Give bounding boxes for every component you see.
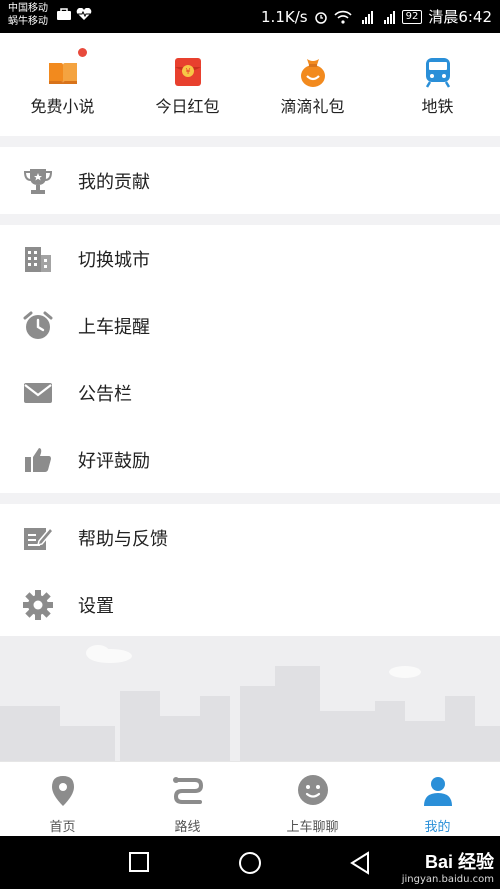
- menu-item-contribution[interactable]: 我的贡献: [0, 147, 500, 214]
- thumbs-up-icon: [25, 447, 51, 472]
- menu-item-bulletin[interactable]: 公告栏: [0, 359, 500, 426]
- menu-item-rate[interactable]: 好评鼓励: [0, 426, 500, 493]
- edit-note-icon: [24, 526, 54, 550]
- quick-didi-gift[interactable]: 滴滴礼包: [250, 33, 375, 136]
- tab-label: 上车聊聊: [286, 820, 339, 835]
- heart-rate-icon: [76, 8, 92, 20]
- city-skyline-illustration: [0, 636, 500, 761]
- system-navigation-bar: Bai 经验 jingyan.baidu.com: [0, 836, 500, 889]
- red-envelope-icon: ¥: [174, 58, 201, 86]
- chat-face-icon: [297, 775, 328, 805]
- menu-item-switch-city[interactable]: 切换城市: [0, 225, 500, 292]
- alarm-icon: [314, 11, 327, 24]
- badge-dot: [78, 48, 87, 57]
- baidu-jingyan-watermark: Bai 经验 jingyan.baidu.com: [402, 848, 494, 885]
- recent-apps-button[interactable]: [128, 851, 150, 873]
- book-icon: [48, 63, 77, 84]
- tab-route[interactable]: 路线: [125, 762, 250, 836]
- quick-label: 地铁: [421, 97, 454, 116]
- tab-home[interactable]: 首页: [0, 762, 125, 836]
- menu-label: 公告栏: [78, 383, 132, 405]
- network-speed: 1.1K/s: [261, 7, 308, 26]
- tab-mine[interactable]: 我的: [375, 762, 500, 836]
- quick-free-novel[interactable]: 免费小说: [0, 33, 125, 136]
- alarm-clock-icon: [23, 311, 53, 339]
- route-icon: [172, 777, 203, 804]
- quick-label: 今日红包: [155, 97, 220, 116]
- menu-label: 帮助与反馈: [78, 528, 168, 550]
- signal-4g-icon: [361, 10, 373, 24]
- carrier-2: 蜗牛移动: [8, 16, 48, 27]
- back-button[interactable]: [348, 851, 372, 875]
- section-general: 切换城市 上车提醒 公告栏 好评鼓励: [0, 225, 500, 493]
- quick-red-envelope[interactable]: ¥ 今日红包: [125, 33, 250, 136]
- tab-label: 我的: [424, 820, 451, 835]
- skyline-graphic: [0, 645, 500, 761]
- section-contribution: 我的贡献: [0, 147, 500, 214]
- signal-2g-icon: [383, 10, 395, 24]
- gift-bag-icon: [300, 59, 325, 87]
- menu-label: 我的贡献: [78, 171, 150, 193]
- menu-label: 切换城市: [78, 249, 150, 271]
- quick-subway[interactable]: 地铁: [375, 33, 500, 136]
- watermark-url: jingyan.baidu.com: [401, 874, 494, 885]
- status-bar: 中国移动 蜗牛移动 1.1K/s 92 清晨6:42: [0, 0, 500, 33]
- trophy-icon: [23, 168, 53, 194]
- briefcase-icon: [57, 8, 71, 20]
- clock: 清晨6:42: [428, 8, 492, 26]
- subway-icon: [425, 58, 450, 88]
- gear-icon: [23, 589, 53, 620]
- menu-label: 好评鼓励: [78, 450, 150, 472]
- menu-item-settings[interactable]: 设置: [0, 571, 500, 638]
- battery-level: 92: [401, 9, 423, 24]
- carrier-1: 中国移动: [8, 3, 48, 14]
- wifi-icon: [333, 10, 352, 24]
- menu-item-ride-reminder[interactable]: 上车提醒: [0, 292, 500, 359]
- watermark-brand: Bai 经验: [424, 852, 494, 872]
- mail-icon: [24, 382, 52, 403]
- menu-item-help-feedback[interactable]: 帮助与反馈: [0, 504, 500, 571]
- tab-label: 首页: [49, 820, 76, 835]
- user-icon: [423, 777, 452, 806]
- tab-chat[interactable]: 上车聊聊: [250, 762, 375, 836]
- location-pin-icon: [51, 776, 74, 806]
- svg-text:¥: ¥: [185, 67, 190, 76]
- quick-actions: 免费小说 ¥ 今日红包 滴滴礼包 地铁: [0, 33, 500, 136]
- bottom-tab-bar: 首页 路线 上车聊聊 我的: [0, 761, 500, 836]
- quick-label: 滴滴礼包: [280, 97, 345, 116]
- home-button[interactable]: [237, 851, 263, 877]
- menu-label: 设置: [78, 595, 114, 617]
- section-support: 帮助与反馈 设置: [0, 504, 500, 637]
- tab-label: 路线: [174, 820, 201, 835]
- quick-label: 免费小说: [30, 97, 95, 116]
- carrier-info: 中国移动 蜗牛移动: [8, 2, 48, 28]
- building-icon: [25, 246, 51, 272]
- menu-label: 上车提醒: [78, 316, 150, 338]
